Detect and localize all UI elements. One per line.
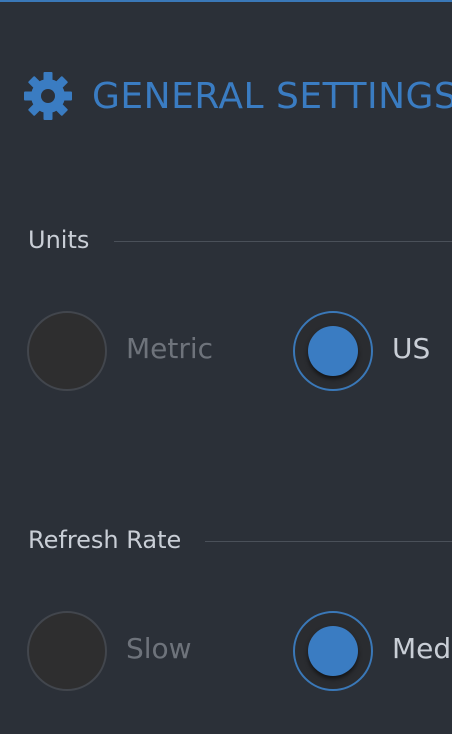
units-divider — [114, 241, 452, 242]
refresh-rate-section-label: Refresh Rate — [28, 526, 182, 554]
page-header: GENERAL SETTINGS — [22, 70, 452, 122]
refresh-slow-radio[interactable] — [27, 611, 107, 691]
refresh-slow-label[interactable]: Slow — [126, 632, 192, 665]
units-metric-radio[interactable] — [27, 311, 107, 391]
radio-selected-dot — [308, 326, 358, 376]
top-accent-line — [0, 0, 452, 2]
units-us-radio[interactable] — [293, 311, 373, 391]
refresh-rate-divider — [205, 541, 452, 542]
radio-selected-dot — [308, 626, 358, 676]
gear-icon — [24, 72, 72, 120]
page-title: GENERAL SETTINGS — [92, 75, 452, 117]
units-metric-label[interactable]: Metric — [126, 332, 213, 365]
settings-page: GENERAL SETTINGS Units Metric US Refresh… — [0, 0, 452, 734]
units-us-label[interactable]: US — [392, 332, 430, 365]
refresh-med-radio[interactable] — [293, 611, 373, 691]
units-section-label: Units — [28, 226, 90, 254]
refresh-med-label[interactable]: Med — [392, 632, 451, 665]
